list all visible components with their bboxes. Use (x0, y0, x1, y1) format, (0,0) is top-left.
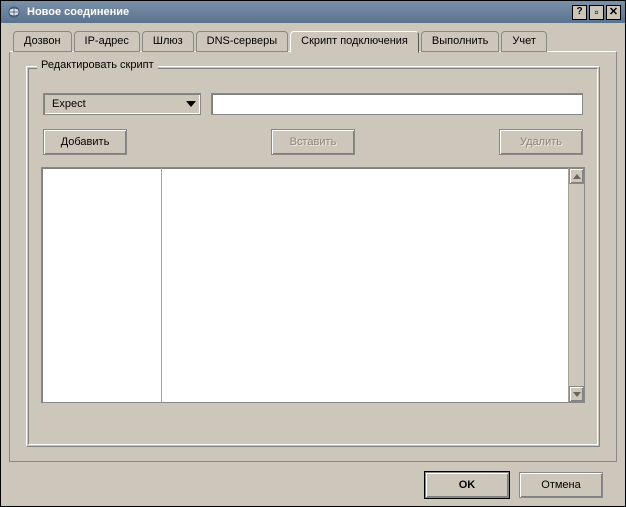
scroll-down-button[interactable] (569, 386, 584, 402)
dialog-button-row: OK Отмена (9, 462, 617, 498)
tab-gateway[interactable]: Шлюз (142, 31, 194, 52)
action-combo[interactable]: Expect (43, 93, 201, 115)
script-list[interactable] (41, 167, 585, 403)
tab-dial[interactable]: Дозвон (13, 31, 72, 52)
ok-button[interactable]: OK (425, 472, 509, 498)
add-button[interactable]: Добавить (43, 129, 127, 155)
vertical-scrollbar[interactable] (568, 168, 584, 402)
tab-accounting[interactable]: Учет (501, 31, 547, 52)
tab-login-script[interactable]: Скрипт подключения (290, 31, 419, 53)
cancel-button[interactable]: Отмена (519, 472, 603, 498)
tab-execute[interactable]: Выполнить (421, 31, 499, 52)
arrow-down-icon (573, 392, 581, 397)
content-area: Дозвон IP-адрес Шлюз DNS-серверы Скрипт … (1, 23, 625, 506)
fieldset-legend: Редактировать скрипт (37, 59, 158, 71)
chevron-down-icon (186, 101, 196, 107)
close-button[interactable]: ✕ (606, 5, 621, 20)
tabstrip: Дозвон IP-адрес Шлюз DNS-серверы Скрипт … (9, 29, 617, 51)
maximize-button[interactable]: ▫ (589, 5, 604, 20)
dialog-window: Новое соединение ? ▫ ✕ Дозвон IP-адрес Ш… (0, 0, 626, 507)
script-button-row: Добавить Вставить Удалить (41, 129, 585, 155)
tab-panel: Редактировать скрипт Expect Добавить Вст… (9, 51, 617, 462)
script-text-input[interactable] (211, 93, 583, 115)
tab-dns[interactable]: DNS-серверы (196, 31, 289, 52)
delete-button[interactable]: Удалить (499, 129, 583, 155)
app-icon (7, 5, 21, 19)
help-button[interactable]: ? (572, 5, 587, 20)
script-list-col-value (162, 168, 568, 402)
titlebar: Новое соединение ? ▫ ✕ (1, 1, 625, 23)
arrow-up-icon (573, 174, 581, 179)
insert-button[interactable]: Вставить (271, 129, 355, 155)
script-list-col-action (42, 168, 162, 402)
combo-value: Expect (52, 98, 86, 110)
script-input-row: Expect (41, 93, 585, 115)
scroll-up-button[interactable] (569, 168, 584, 184)
edit-script-fieldset: Редактировать скрипт Expect Добавить Вст… (26, 66, 600, 447)
scrollbar-track[interactable] (569, 184, 584, 386)
tab-ip[interactable]: IP-адрес (74, 31, 140, 52)
window-title: Новое соединение (27, 6, 570, 18)
